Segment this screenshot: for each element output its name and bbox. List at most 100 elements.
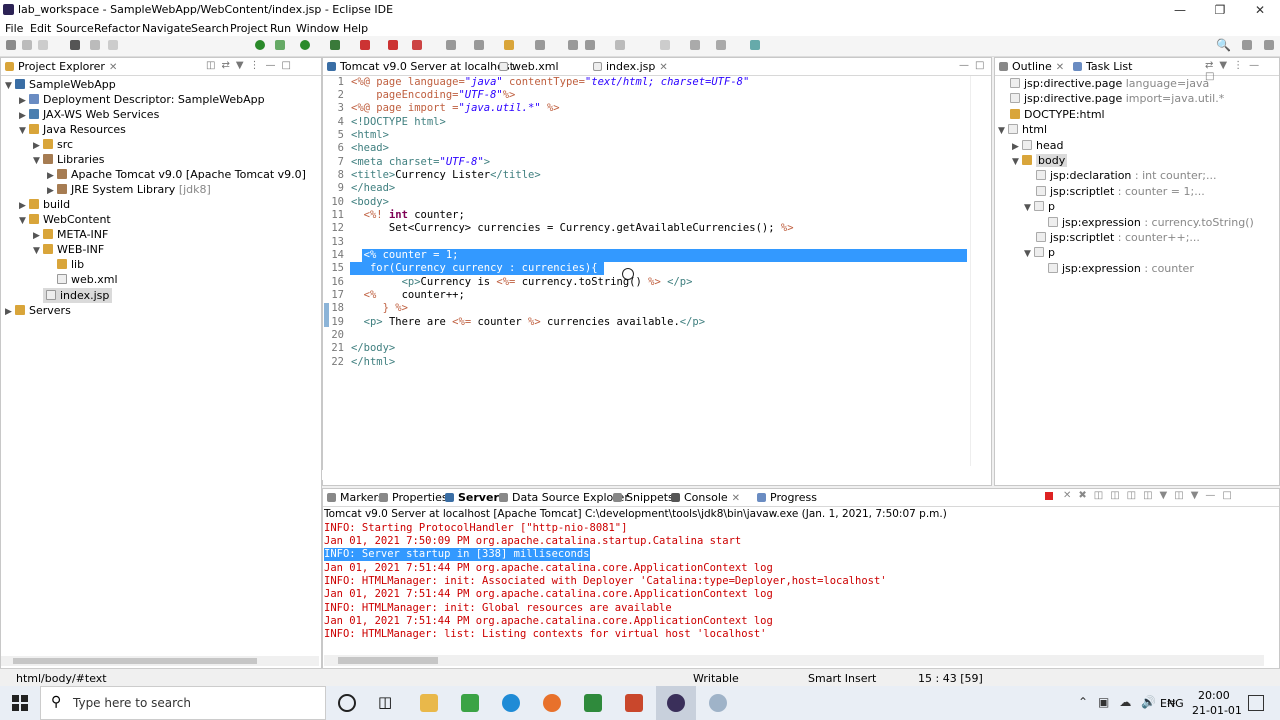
- outline-item[interactable]: jsp:directive.page language=java: [1010, 76, 1209, 91]
- coverage-icon[interactable]: [330, 40, 340, 50]
- view-toolbar-icons[interactable]: ◫⇄▼⋮—□: [206, 60, 297, 71]
- new-server-icon[interactable]: [446, 40, 456, 50]
- console-horizontal-scrollbar[interactable]: [324, 655, 1264, 666]
- server-start-icon[interactable]: [255, 40, 265, 50]
- edge-browser-icon[interactable]: [502, 694, 520, 712]
- editor-horizontal-scrollbar[interactable]: [322, 470, 962, 480]
- outline-item[interactable]: ▼ html: [998, 122, 1047, 137]
- outline-item[interactable]: jsp:directive.page import=java.util.*: [1010, 91, 1224, 106]
- disconnect-icon[interactable]: [412, 40, 422, 50]
- eclipse-taskbar-icon[interactable]: [667, 694, 685, 712]
- task-view-icon[interactable]: ◫: [378, 693, 392, 711]
- tab-data-source-explorer[interactable]: Data Source Explorer: [499, 491, 629, 504]
- menu-source[interactable]: Source: [56, 22, 94, 35]
- tab-outline[interactable]: Outline ✕: [999, 60, 1064, 73]
- tab-index-jsp[interactable]: index.jsp ✕: [593, 60, 668, 73]
- maximize-icon[interactable]: ❐: [1200, 0, 1240, 20]
- windows-start-icon[interactable]: [12, 695, 28, 711]
- code-line-10[interactable]: <body>: [351, 196, 389, 209]
- editor-vertical-scrollbar[interactable]: [970, 76, 979, 466]
- tree-item-deployment-descriptor[interactable]: ▶ Deployment Descriptor: SampleWebApp: [19, 92, 265, 107]
- code-line-4[interactable]: <!DOCTYPE html>: [351, 116, 446, 129]
- outline-item[interactable]: jsp:scriptlet : counter = 1;...: [1036, 184, 1205, 199]
- tab-snippets[interactable]: Snippets: [613, 491, 674, 504]
- new-icon[interactable]: [6, 40, 16, 50]
- code-line-15[interactable]: for(Currency currency : currencies){ %>: [351, 262, 617, 275]
- external-tools-icon[interactable]: [360, 40, 370, 50]
- spreadsheet-app-icon[interactable]: [461, 694, 479, 712]
- resume-icon[interactable]: [108, 40, 118, 50]
- code-line-19[interactable]: <p> There are <%= counter %> currencies …: [351, 316, 705, 329]
- close-tab-icon[interactable]: ✕: [659, 62, 667, 73]
- outline-toolbar-icons[interactable]: ⇄▼⋮—□: [1205, 60, 1279, 82]
- settings-app-icon[interactable]: [709, 694, 727, 712]
- tree-item-meta-inf[interactable]: ▶ META-INF: [33, 227, 108, 242]
- tree-item-build[interactable]: ▶ build: [19, 197, 70, 212]
- tab-console[interactable]: Console ✕: [671, 491, 740, 504]
- menu-project[interactable]: Project: [230, 22, 268, 35]
- menu-navigate[interactable]: Navigate: [142, 22, 191, 35]
- terminal-icon[interactable]: [70, 40, 80, 50]
- code-line-2[interactable]: pageEncoding="UTF-8"%>: [351, 89, 515, 102]
- outline-item[interactable]: DOCTYPE:html: [1010, 107, 1105, 122]
- perspective-icon[interactable]: [1242, 40, 1252, 50]
- code-line-9[interactable]: </head>: [351, 182, 395, 195]
- menu-window[interactable]: Window: [296, 22, 339, 35]
- code-line-18[interactable]: } %>: [351, 302, 408, 315]
- code-line-12[interactable]: Set<Currency> currencies = Currency.getA…: [351, 222, 794, 235]
- outline-item[interactable]: ▶ head: [1012, 138, 1063, 153]
- tab-project-explorer[interactable]: Project Explorer ✕: [5, 60, 117, 73]
- outline-item[interactable]: jsp:scriptlet : counter++;...: [1036, 230, 1200, 245]
- outline-item[interactable]: ▼ p: [1024, 245, 1055, 260]
- terminate-icon[interactable]: [1045, 492, 1053, 500]
- file-explorer-icon[interactable]: [420, 694, 438, 712]
- forward-icon[interactable]: [716, 40, 726, 50]
- code-line-3[interactable]: <%@ page import ="java.util.*" %>: [351, 102, 560, 115]
- outline-item[interactable]: jsp:expression : currency.toString(): [1048, 215, 1254, 230]
- tree-item-web-inf[interactable]: ▼ WEB-INF: [33, 242, 104, 257]
- close-tab-icon[interactable]: ✕: [732, 493, 740, 504]
- outline-item[interactable]: ▼ p: [1024, 199, 1055, 214]
- save-icon[interactable]: [22, 40, 32, 50]
- save-all-icon[interactable]: [38, 40, 48, 50]
- code-line-1[interactable]: <%@ page language="java" contentType="te…: [351, 76, 749, 89]
- tab-properties[interactable]: Properties: [379, 491, 448, 504]
- search-tool-icon[interactable]: [535, 40, 545, 50]
- tab-tomcat-server[interactable]: Tomcat v9.0 Server at localhost: [327, 60, 514, 73]
- tree-item-jaxws[interactable]: ▶ JAX-WS Web Services: [19, 107, 159, 122]
- outline-item[interactable]: jsp:declaration : int counter;...: [1036, 168, 1216, 183]
- menu-search[interactable]: Search: [191, 22, 229, 35]
- clock-date[interactable]: 21-01-01: [1192, 704, 1242, 717]
- last-edit-icon[interactable]: [660, 40, 670, 50]
- language-indicator[interactable]: ENG: [1160, 697, 1184, 710]
- excel-icon[interactable]: [584, 694, 602, 712]
- open-type-icon[interactable]: [504, 40, 514, 50]
- outline-item-selected[interactable]: ▼ body: [1012, 153, 1068, 168]
- tree-item-libraries[interactable]: ▼ Libraries: [33, 152, 105, 167]
- notifications-icon[interactable]: [1248, 695, 1264, 711]
- code-line-14[interactable]: <% counter = 1;: [351, 249, 459, 262]
- code-line-21[interactable]: </body>: [351, 342, 395, 355]
- code-line-5[interactable]: <html>: [351, 129, 389, 142]
- annotation-icon[interactable]: [585, 40, 595, 50]
- debug-icon[interactable]: [275, 40, 285, 50]
- taskbar-search-box[interactable]: ⚲ Type here to search: [40, 686, 326, 720]
- new-package-icon[interactable]: [474, 40, 484, 50]
- console-toolbar-icons[interactable]: ✕✖◫◫◫◫▼◫▼—□: [1063, 490, 1239, 501]
- outline-item[interactable]: jsp:expression : counter: [1048, 261, 1194, 276]
- tree-item-web-xml[interactable]: web.xml: [57, 272, 118, 287]
- code-line-17[interactable]: <% counter++;: [351, 289, 465, 302]
- tab-servers[interactable]: Servers: [445, 491, 505, 504]
- skip-breakpoints-icon[interactable]: [90, 40, 100, 50]
- close-tab-icon[interactable]: ✕: [1056, 62, 1064, 73]
- menu-refactor[interactable]: Refactor: [94, 22, 140, 35]
- back-icon[interactable]: [690, 40, 700, 50]
- stop-icon[interactable]: [388, 40, 398, 50]
- menu-edit[interactable]: Edit: [30, 22, 51, 35]
- java-ee-perspective-icon[interactable]: [1264, 40, 1274, 50]
- tab-progress[interactable]: Progress: [757, 491, 817, 504]
- tree-item-webcontent[interactable]: ▼ WebContent: [19, 212, 111, 227]
- tree-item-java-resources[interactable]: ▼ Java Resources: [19, 122, 126, 137]
- menu-run[interactable]: Run: [270, 22, 291, 35]
- tab-web-xml[interactable]: web.xml: [499, 60, 559, 73]
